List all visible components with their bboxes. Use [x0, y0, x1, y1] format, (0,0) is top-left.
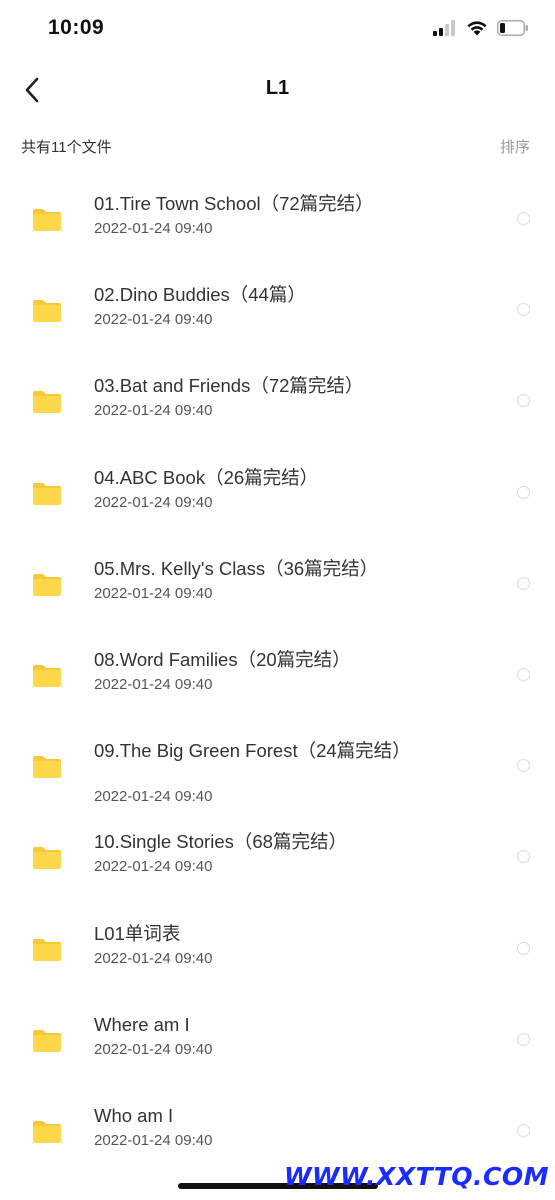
file-date: 2022-01-24 09:40 [94, 402, 213, 419]
wifi-icon [467, 21, 487, 36]
select-radio[interactable] [517, 759, 530, 772]
list-item[interactable]: 04.ABC Book（26篇完结） 2022-01-24 09:40 [0, 448, 555, 539]
file-date: 2022-01-24 09:40 [94, 858, 213, 875]
file-date: 2022-01-24 09:40 [94, 1041, 213, 1058]
file-name: 03.Bat and Friends（72篇完结） [94, 375, 364, 396]
file-name: 10.Single Stories（68篇完结） [94, 831, 347, 852]
nav-bar: L1 [0, 60, 555, 120]
folder-icon [32, 208, 62, 232]
status-icons [433, 20, 529, 36]
file-name: 09.The Big Green Forest（24篇完结） [94, 740, 411, 761]
status-time: 10:09 [48, 16, 105, 39]
file-date: 2022-01-24 09:40 [94, 676, 213, 693]
list-item[interactable]: 01.Tire Town School（72篇完结） 2022-01-24 09:… [0, 174, 555, 265]
cellular-signal-icon [433, 20, 455, 36]
list-item[interactable]: 02.Dino Buddies（44篇） 2022-01-24 09:40 [0, 265, 555, 356]
list-item[interactable]: 03.Bat and Friends（72篇完结） 2022-01-24 09:4… [0, 356, 555, 447]
file-date: 2022-01-24 09:40 [94, 585, 213, 602]
select-radio[interactable] [517, 577, 530, 590]
file-name: L01单词表 [94, 923, 181, 944]
select-radio[interactable] [517, 1124, 530, 1137]
list-item[interactable]: Where am I 2022-01-24 09:40 [0, 995, 555, 1086]
list-item[interactable]: 05.Mrs. Kelly's Class（36篇完结） 2022-01-24 0… [0, 539, 555, 630]
select-radio[interactable] [517, 303, 530, 316]
select-radio[interactable] [517, 850, 530, 863]
folder-icon [32, 938, 62, 962]
folder-icon [32, 846, 62, 870]
file-date: 2022-01-24 09:40 [94, 311, 213, 328]
summary-bar: 共有11个文件 排序 [0, 128, 555, 162]
file-date: 2022-01-24 09:40 [94, 494, 213, 511]
list-item[interactable]: 08.Word Families（20篇完结） 2022-01-24 09:40 [0, 630, 555, 721]
file-date: 2022-01-24 09:40 [94, 950, 213, 967]
status-bar: 10:09 [0, 0, 555, 60]
file-date: 2022-01-24 09:40 [94, 1132, 213, 1149]
file-name: 05.Mrs. Kelly's Class（36篇完结） [94, 558, 379, 579]
watermark: WWW.XXTTQ.COM [283, 1162, 549, 1191]
file-name: 04.ABC Book（26篇完结） [94, 467, 319, 488]
select-radio[interactable] [517, 1033, 530, 1046]
folder-icon [32, 573, 62, 597]
file-name: 01.Tire Town School（72篇完结） [94, 193, 374, 214]
select-radio[interactable] [517, 942, 530, 955]
file-name: 02.Dino Buddies（44篇） [94, 284, 306, 305]
folder-icon [32, 1029, 62, 1053]
file-date: 2022-01-24 09:40 [94, 788, 213, 805]
file-count-label: 共有11个文件 [21, 139, 112, 156]
select-radio[interactable] [517, 212, 530, 225]
folder-icon [32, 664, 62, 688]
page-title: L1 [265, 77, 290, 99]
file-name: Where am I [94, 1014, 190, 1035]
select-radio[interactable] [517, 486, 530, 499]
file-name: 08.Word Families（20篇完结） [94, 649, 351, 670]
sort-button[interactable]: 排序 [500, 136, 530, 157]
folder-icon [32, 390, 62, 414]
list-item[interactable]: 09.The Big Green Forest（24篇完结） 2022-01-24… [0, 721, 555, 812]
battery-icon [497, 20, 528, 36]
list-item[interactable]: 10.Single Stories（68篇完结） 2022-01-24 09:40 [0, 812, 555, 903]
file-name: Who am I [94, 1105, 174, 1126]
folder-icon [32, 299, 62, 323]
select-radio[interactable] [517, 668, 530, 681]
select-radio[interactable] [517, 394, 530, 407]
folder-icon [32, 482, 62, 506]
file-date: 2022-01-24 09:40 [94, 220, 213, 237]
folder-icon [32, 755, 62, 779]
list-item[interactable]: L01单词表 2022-01-24 09:40 [0, 904, 555, 995]
folder-icon [32, 1120, 62, 1144]
